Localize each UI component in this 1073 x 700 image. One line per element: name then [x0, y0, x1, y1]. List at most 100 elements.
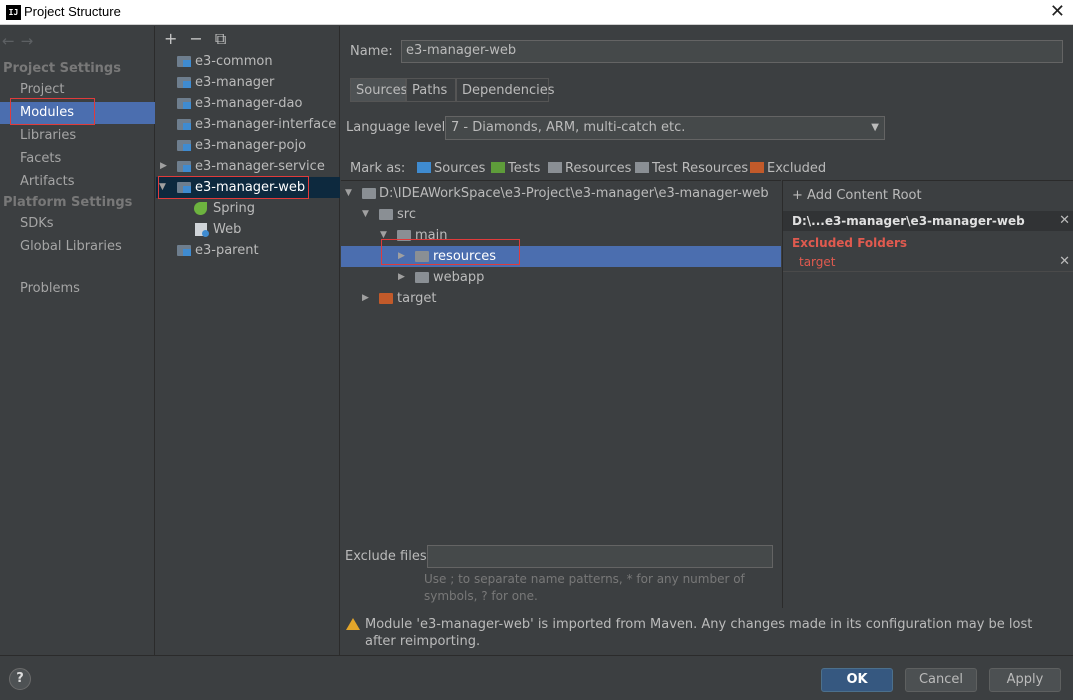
tree-label: src	[397, 207, 416, 222]
sidebar-item-modules[interactable]: Modules	[0, 102, 155, 124]
tree-label: D:\IDEAWorkSpace\e3-Project\e3-manager\e…	[379, 186, 769, 201]
copy-module-icon[interactable]: ⧉	[215, 29, 226, 48]
folder-icon	[415, 272, 429, 283]
forward-arrow-icon[interactable]: →	[21, 32, 34, 50]
language-level-label: Language level:	[346, 120, 450, 135]
module-label: e3-parent	[195, 243, 259, 258]
exclude-files-hint: Use ; to separate name patterns, * for a…	[424, 572, 745, 603]
mark-resources-button[interactable]: Resources	[548, 161, 631, 176]
remove-content-root-icon[interactable]: ✕	[1059, 211, 1070, 231]
module-item[interactable]: e3-parent	[156, 240, 340, 261]
sidebar-item-libraries[interactable]: Libraries	[0, 125, 155, 147]
remove-module-icon[interactable]: −	[189, 29, 202, 48]
folder-icon	[379, 209, 393, 220]
folder-icon	[397, 230, 411, 241]
apply-button[interactable]: Apply	[989, 668, 1061, 692]
expand-arrow-icon[interactable]: ▶	[160, 156, 167, 177]
excluded-folder-icon	[379, 293, 393, 304]
tree-row-resources[interactable]: ▶ resources	[341, 246, 781, 267]
excluded-folder-label: target	[799, 255, 836, 269]
mark-label: Resources	[565, 161, 632, 176]
exclude-files-input[interactable]	[427, 545, 773, 568]
ok-button[interactable]: OK	[821, 668, 893, 692]
mark-tests-button[interactable]: Tests	[491, 161, 540, 176]
warning-text: Module 'e3-manager-web' is imported from…	[365, 617, 1033, 649]
collapse-arrow-icon[interactable]: ▼	[362, 204, 369, 225]
resources-folder-icon	[548, 162, 562, 173]
tree-label: webapp	[433, 270, 485, 285]
collapse-arrow-icon[interactable]: ▼	[345, 183, 352, 204]
module-toolbar: + − ⧉	[164, 29, 238, 49]
collapse-arrow-icon[interactable]: ▼	[159, 177, 166, 198]
sidebar-item-sdks[interactable]: SDKs	[0, 213, 155, 235]
module-label: e3-manager-dao	[195, 96, 303, 111]
tree-label: target	[397, 291, 437, 306]
module-label: e3-common	[195, 54, 273, 69]
tab-sources[interactable]: Sources	[350, 78, 407, 102]
intellij-app-icon: IJ	[6, 5, 21, 20]
nav-arrows: ← →	[2, 32, 39, 50]
module-folder-icon	[177, 182, 191, 193]
sidebar-item-problems[interactable]: Problems	[0, 278, 155, 300]
expand-arrow-icon[interactable]: ▶	[398, 246, 405, 267]
spring-leaf-icon	[194, 202, 207, 215]
module-name-field[interactable]: e3-manager-web	[401, 40, 1063, 63]
name-label: Name:	[350, 44, 393, 59]
close-window-icon[interactable]: ✕	[1050, 1, 1065, 22]
module-item[interactable]: e3-manager-pojo	[156, 135, 340, 156]
web-globe-icon	[195, 223, 209, 237]
tree-row-webapp[interactable]: ▶ webapp	[341, 267, 781, 288]
help-icon[interactable]: ?	[9, 668, 31, 690]
module-item[interactable]: ▶ e3-manager-service	[156, 156, 340, 177]
module-item[interactable]: e3-manager-interface	[156, 114, 340, 135]
mark-label: Test Resources	[652, 161, 749, 176]
module-item-selected[interactable]: ▼ e3-manager-web	[156, 177, 340, 198]
mark-excluded-button[interactable]: Excluded	[750, 161, 826, 176]
add-content-root-button[interactable]: + Add Content Root	[792, 188, 922, 203]
sidebar-item-artifacts[interactable]: Artifacts	[0, 171, 155, 193]
module-list-panel: + − ⧉ e3-common e3-manager e3-manager-dao …	[156, 26, 340, 655]
back-arrow-icon[interactable]: ←	[2, 32, 15, 50]
module-item[interactable]: e3-common	[156, 51, 340, 72]
sidebar-item-project[interactable]: Project	[0, 79, 155, 101]
tree-row-src[interactable]: ▼ src	[341, 204, 781, 225]
mark-label: Tests	[508, 161, 541, 176]
tab-dependencies[interactable]: Dependencies	[456, 78, 555, 102]
module-folder-icon	[177, 119, 191, 130]
collapse-arrow-icon[interactable]: ▼	[380, 225, 387, 246]
facet-item-web[interactable]: Web	[156, 219, 340, 240]
expand-arrow-icon[interactable]: ▶	[398, 267, 405, 288]
content-root-panel: + Add Content Root D:\...e3-manager\e3-m…	[782, 180, 1073, 608]
module-settings-panel: Name: e3-manager-web Sources Paths Depen…	[341, 26, 1073, 655]
module-folder-icon	[177, 56, 191, 67]
mark-test-resources-button[interactable]: Test Resources	[635, 161, 748, 176]
mark-as-label: Mark as:	[350, 161, 406, 176]
language-level-select[interactable]: 7 - Diamonds, ARM, multi-catch etc. ▼	[445, 116, 885, 140]
tree-row-main[interactable]: ▼ main	[341, 225, 781, 246]
module-folder-icon	[177, 161, 191, 172]
facet-item-spring[interactable]: Spring	[156, 198, 340, 219]
expand-arrow-icon[interactable]: ▶	[362, 288, 369, 309]
facet-label: Web	[213, 222, 242, 237]
sidebar-item-global-libraries[interactable]: Global Libraries	[0, 236, 155, 258]
cancel-button[interactable]: Cancel	[905, 668, 977, 692]
add-module-icon[interactable]: +	[164, 29, 177, 48]
content-root-path: D:\...e3-manager\e3-manager-web	[792, 214, 1025, 228]
sidebar-item-facets[interactable]: Facets	[0, 148, 155, 170]
warning-icon	[346, 618, 360, 630]
content-root-header: D:\...e3-manager\e3-manager-web ✕	[783, 211, 1073, 231]
excluded-folder-row[interactable]: target ✕	[783, 254, 1073, 272]
tree-row-content-root[interactable]: ▼ D:\IDEAWorkSpace\e3-Project\e3-manager…	[341, 183, 781, 204]
facet-label: Spring	[213, 201, 255, 216]
mark-label: Sources	[434, 161, 486, 176]
module-item[interactable]: e3-manager-dao	[156, 93, 340, 114]
mark-sources-button[interactable]: Sources	[417, 161, 485, 176]
title-bar: IJ Project Structure ✕	[0, 0, 1073, 25]
tab-paths[interactable]: Paths	[406, 78, 456, 102]
module-label: e3-manager-pojo	[195, 138, 307, 153]
module-item[interactable]: e3-manager	[156, 72, 340, 93]
tree-row-target[interactable]: ▶ target	[341, 288, 781, 309]
remove-excluded-folder-icon[interactable]: ✕	[1059, 254, 1070, 269]
module-label: e3-manager	[195, 75, 275, 90]
section-platform-settings: Platform Settings	[3, 195, 133, 210]
